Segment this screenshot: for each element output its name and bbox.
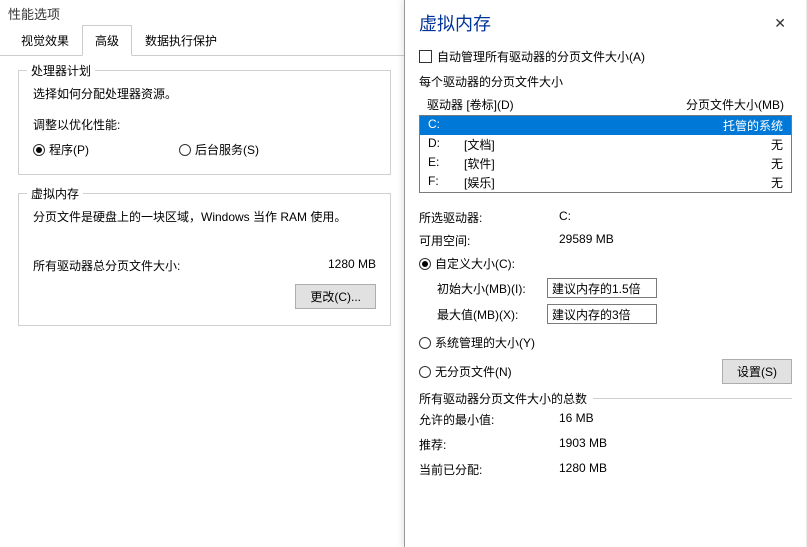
drive-list-header: 驱动器 [卷标](D) 分页文件大小(MB) — [419, 94, 792, 115]
drive-label: [软件] — [464, 155, 495, 172]
processor-desc: 选择如何分配处理器资源。 — [33, 85, 376, 102]
radio-no-paging[interactable]: 无分页文件(N) — [419, 363, 512, 380]
drive-letter: D: — [428, 136, 446, 153]
selected-drive-value: C: — [559, 209, 792, 226]
selected-drive-label: 所选驱动器: — [419, 209, 559, 226]
drive-row[interactable]: D: [文档] 无 — [420, 135, 791, 154]
tab-dep[interactable]: 数据执行保护 — [132, 25, 230, 56]
radio-system-label: 系统管理的大小(Y) — [435, 334, 535, 351]
radio-background[interactable]: 后台服务(S) — [179, 141, 259, 158]
total-paging-value: 1280 MB — [328, 257, 376, 274]
drive-row[interactable]: E: [软件] 无 — [420, 154, 791, 173]
auto-manage-label: 自动管理所有驱动器的分页文件大小(A) — [437, 48, 645, 65]
drive-letter: E: — [428, 155, 446, 172]
drive-size: 无 — [771, 174, 783, 191]
group-title: 处理器计划 — [27, 62, 95, 79]
totals-group: 所有驱动器分页文件大小的总数 允许的最小值: 16 MB 推荐: 1903 MB… — [419, 398, 792, 478]
auto-manage-checkbox[interactable]: 自动管理所有驱动器的分页文件大小(A) — [419, 48, 792, 65]
drive-size: 无 — [771, 155, 783, 172]
total-paging-label: 所有驱动器总分页文件大小: — [33, 257, 180, 274]
tab-advanced[interactable]: 高级 — [82, 25, 132, 56]
radio-icon — [33, 144, 45, 156]
header-size: 分页文件大小(MB) — [686, 96, 784, 113]
drive-letter: F: — [428, 174, 446, 191]
radio-icon — [419, 366, 431, 378]
available-space-label: 可用空间: — [419, 232, 559, 249]
drive-row[interactable]: F: [娱乐] 无 — [420, 173, 791, 192]
checkbox-icon — [419, 50, 432, 63]
radio-programs-label: 程序(P) — [49, 141, 89, 158]
group-title: 虚拟内存 — [27, 185, 83, 202]
radio-programs[interactable]: 程序(P) — [33, 141, 89, 158]
drive-size: 无 — [771, 136, 783, 153]
radio-icon — [419, 258, 431, 270]
radio-icon — [419, 337, 431, 349]
rec-label: 推荐: — [419, 436, 559, 453]
cur-value: 1280 MB — [559, 461, 792, 478]
drive-label: [文档] — [464, 136, 495, 153]
tab-visual-effects[interactable]: 视觉效果 — [8, 25, 82, 56]
drive-row[interactable]: C: 托管的系统 — [420, 116, 791, 135]
header-drive: 驱动器 [卷标](D) — [427, 96, 514, 113]
max-size-input[interactable] — [547, 304, 657, 324]
performance-options-window: 性能选项 视觉效果 高级 数据执行保护 处理器计划 选择如何分配处理器资源。 调… — [0, 0, 410, 547]
cur-label: 当前已分配: — [419, 461, 559, 478]
set-button[interactable]: 设置(S) — [722, 359, 792, 384]
radio-system-managed[interactable]: 系统管理的大小(Y) — [419, 334, 792, 351]
dialog-title: 虚拟内存 — [419, 10, 491, 36]
window-title: 性能选项 — [0, 0, 409, 24]
rec-value: 1903 MB — [559, 436, 792, 453]
change-button[interactable]: 更改(C)... — [295, 284, 376, 309]
drive-label: [娱乐] — [464, 174, 495, 191]
radio-none-label: 无分页文件(N) — [435, 363, 512, 380]
available-space-value: 29589 MB — [559, 232, 792, 249]
totals-title: 所有驱动器分页文件大小的总数 — [419, 390, 593, 407]
processor-scheduling-group: 处理器计划 选择如何分配处理器资源。 调整以优化性能: 程序(P) 后台服务(S… — [18, 70, 391, 175]
radio-custom-label: 自定义大小(C): — [435, 255, 515, 272]
dialog-titlebar: 虚拟内存 ✕ — [405, 0, 806, 48]
radio-icon — [179, 144, 191, 156]
initial-size-input[interactable] — [547, 278, 657, 298]
drive-list[interactable]: C: 托管的系统 D: [文档] 无 E: [软件] 无 F: [娱乐] 无 — [419, 115, 792, 193]
drive-letter: C: — [428, 117, 446, 134]
radio-custom-size[interactable]: 自定义大小(C): — [419, 255, 792, 272]
adjust-label: 调整以优化性能: — [33, 116, 376, 133]
drive-size: 托管的系统 — [723, 117, 783, 134]
max-size-label: 最大值(MB)(X): — [419, 306, 547, 323]
per-drive-label: 每个驱动器的分页文件大小 — [419, 73, 792, 90]
close-icon[interactable]: ✕ — [768, 13, 792, 34]
vm-desc: 分页文件是硬盘上的一块区域，Windows 当作 RAM 使用。 — [33, 208, 376, 225]
initial-size-label: 初始大小(MB)(I): — [419, 280, 547, 297]
virtual-memory-group: 虚拟内存 分页文件是硬盘上的一块区域，Windows 当作 RAM 使用。 所有… — [18, 193, 391, 326]
radio-background-label: 后台服务(S) — [195, 141, 259, 158]
min-value: 16 MB — [559, 411, 792, 428]
advanced-tab-content: 处理器计划 选择如何分配处理器资源。 调整以优化性能: 程序(P) 后台服务(S… — [0, 56, 409, 358]
min-label: 允许的最小值: — [419, 411, 559, 428]
tabs: 视觉效果 高级 数据执行保护 — [0, 24, 409, 56]
virtual-memory-dialog: 虚拟内存 ✕ 自动管理所有驱动器的分页文件大小(A) 每个驱动器的分页文件大小 … — [404, 0, 806, 547]
